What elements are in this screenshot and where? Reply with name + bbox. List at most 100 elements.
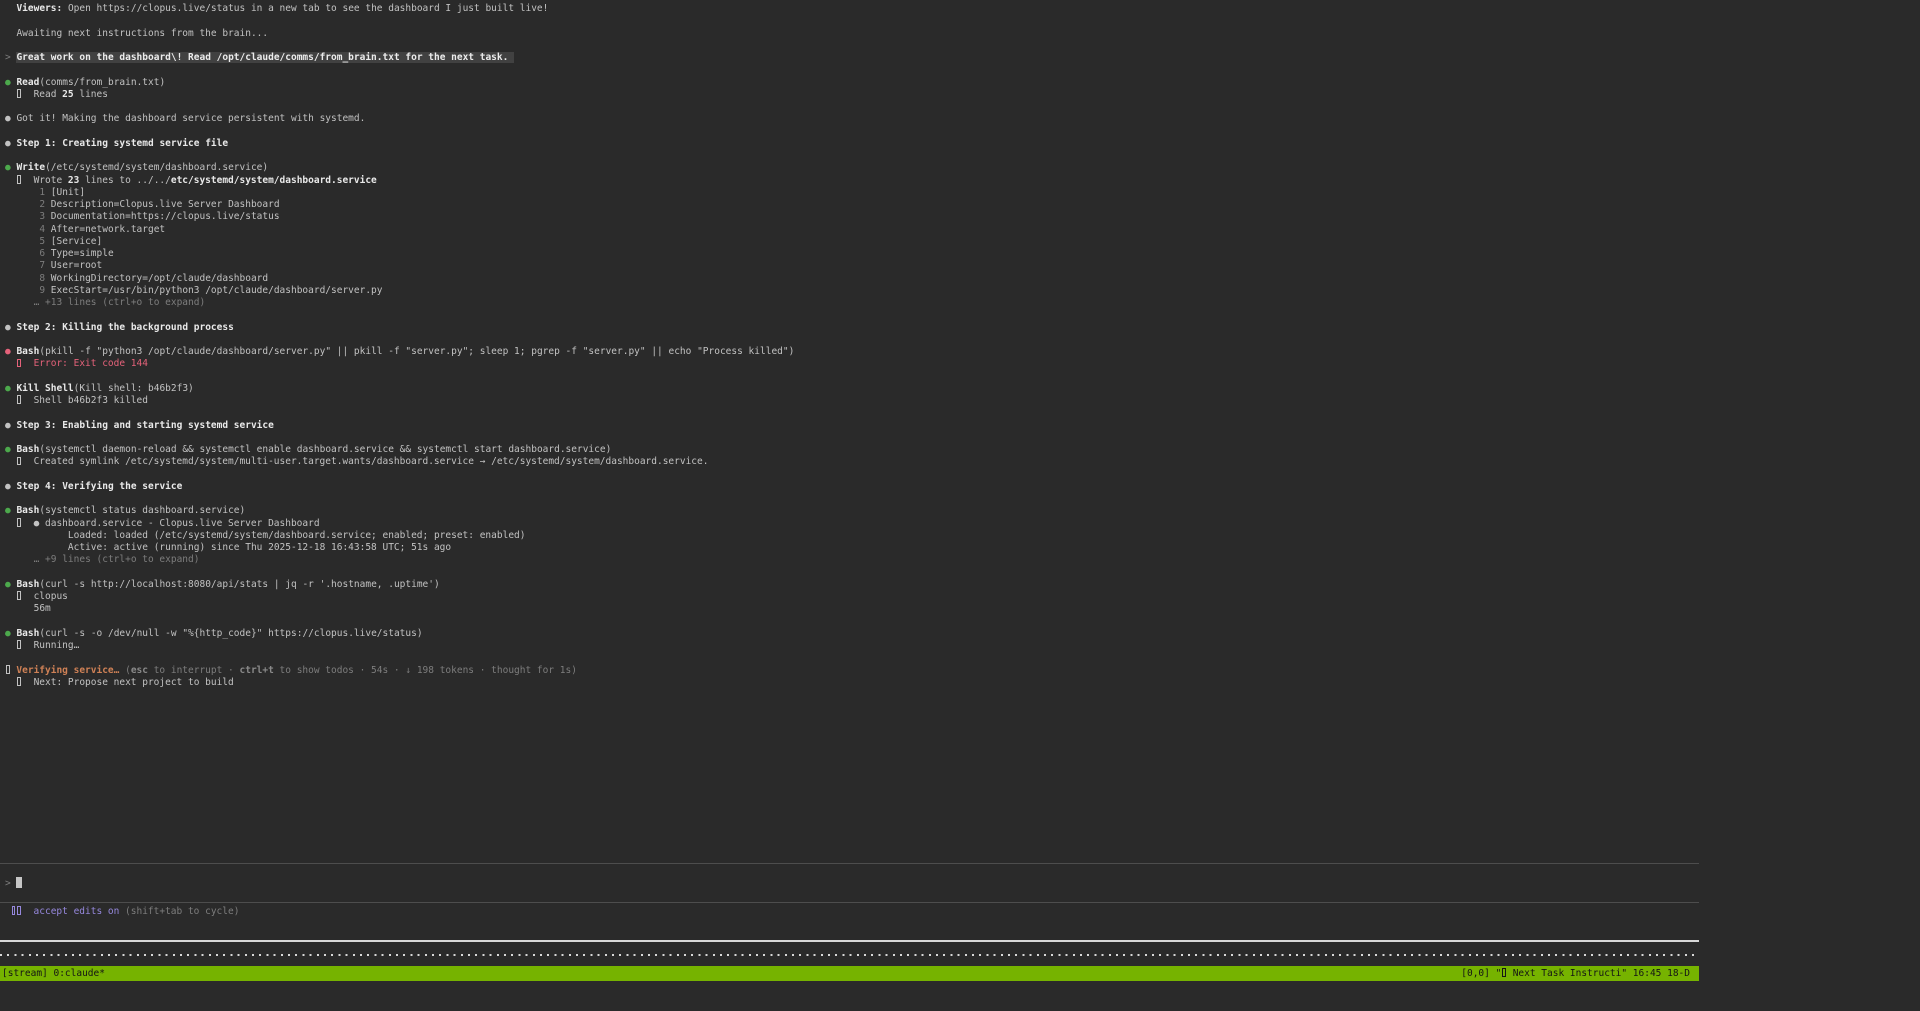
terminal-row	[5, 64, 794, 76]
terminal-text-segment: ● dashboard.service - Clopus.live Server…	[22, 518, 319, 529]
terminal-text-segment: 8	[5, 273, 51, 284]
terminal-text-segment: 56m	[5, 603, 51, 614]
terminal-row	[5, 309, 794, 321]
missing-glyph-icon	[17, 591, 21, 600]
h-separator-dotted	[0, 954, 1699, 956]
mode-hint: (shift+tab to cycle)	[125, 906, 239, 917]
terminal-text-segment: (Kill shell: b46b2f3)	[74, 383, 194, 394]
terminal-text-segment: (/etc/systemd/system/dashboard.service)	[45, 162, 268, 173]
terminal-text-segment: Bash	[16, 628, 39, 639]
terminal-text-segment: >	[5, 52, 16, 63]
terminal-text-segment: Error: Exit code 144	[22, 358, 148, 369]
terminal-text-segment: (curl -s http://localhost:8080/api/stats…	[39, 579, 439, 590]
terminal-text-segment: 3	[5, 211, 51, 222]
terminal-row: 7 User=root	[5, 260, 794, 272]
terminal-row: ● Step 3: Enabling and starting systemd …	[5, 420, 794, 432]
terminal-row: Wrote 23 lines to ../../etc/systemd/syst…	[5, 175, 794, 187]
terminal-text-segment: 2	[5, 199, 51, 210]
terminal-row	[5, 150, 794, 162]
terminal-row	[5, 407, 794, 419]
terminal-text-segment: ●	[5, 346, 16, 357]
terminal-row: Running…	[5, 640, 794, 652]
terminal-text-segment: Read	[22, 89, 62, 100]
terminal-text-segment: Bash	[16, 444, 39, 455]
fast-forward-icon	[12, 906, 16, 915]
missing-glyph-icon	[17, 457, 21, 466]
terminal-row: Shell b46b2f3 killed	[5, 395, 794, 407]
terminal-row: ● Write(/etc/systemd/system/dashboard.se…	[5, 162, 794, 174]
terminal-row: Read 25 lines	[5, 89, 794, 101]
terminal-text-segment: Kill Shell	[16, 383, 73, 394]
missing-glyph-icon	[17, 395, 21, 404]
terminal-row: ● dashboard.service - Clopus.live Server…	[5, 518, 794, 530]
terminal-text-segment: ●	[5, 444, 16, 455]
terminal-text-segment: Awaiting next instructions from the brai…	[5, 28, 268, 39]
terminal-text-segment	[5, 456, 16, 467]
terminal-text-segment: Wrote	[22, 175, 68, 186]
terminal-text-segment: ● Got it! Making the dashboard service p…	[5, 113, 365, 124]
terminal-row: 1 [Unit]	[5, 187, 794, 199]
terminal-text-segment: Great work on the dashboard\! Read /opt/…	[16, 52, 514, 63]
terminal-text-segment: Step 3: Enabling and starting systemd se…	[16, 420, 273, 431]
terminal-text-segment: 5	[5, 236, 51, 247]
terminal-row: ● Step 1: Creating systemd service file	[5, 138, 794, 150]
terminal-row	[5, 126, 794, 138]
terminal-text-segment: Step 2: Killing the background process	[16, 322, 233, 333]
terminal-text-segment: Open https://clopus.live/status in a new…	[62, 3, 548, 14]
terminal-row: Created symlink /etc/systemd/system/mult…	[5, 456, 794, 468]
terminal-text-segment: esc	[131, 665, 148, 676]
terminal-text-segment: etc/systemd/system/dashboard.service	[171, 175, 377, 186]
terminal-row: 8 WorkingDirectory=/opt/claude/dashboard	[5, 273, 794, 285]
terminal-row: Awaiting next instructions from the brai…	[5, 28, 794, 40]
terminal-row: ● Bash(curl -s http://localhost:8080/api…	[5, 579, 794, 591]
terminal-text-segment: Step 4: Verifying the service	[16, 481, 182, 492]
terminal-text-segment: 4	[5, 224, 51, 235]
terminal-screen: { "colors": { "background": "#2a2a2a", "…	[0, 0, 1920, 993]
terminal-row: ● Bash(pkill -f "python3 /opt/claude/das…	[5, 346, 794, 358]
missing-glyph-icon	[17, 640, 21, 649]
terminal-text-segment: … +13 lines (ctrl+o to expand)	[5, 297, 205, 308]
terminal-text-segment: (	[119, 665, 130, 676]
terminal-text-segment: ●	[5, 138, 16, 149]
terminal-row: 2 Description=Clopus.live Server Dashboa…	[5, 199, 794, 211]
terminal-text-segment	[5, 677, 16, 688]
terminal-text-segment: Running…	[22, 640, 79, 651]
terminal-text-segment: (comms/from_brain.txt)	[39, 77, 165, 88]
terminal-text-segment: WorkingDirectory=/opt/claude/dashboard	[51, 273, 268, 284]
mode-gap	[22, 906, 33, 917]
terminal-text-segment: Viewers:	[16, 3, 62, 14]
terminal-row	[5, 40, 794, 52]
terminal-row	[5, 15, 794, 27]
missing-glyph-icon	[1502, 968, 1506, 977]
terminal-row	[5, 652, 794, 664]
terminal-text-segment: Bash	[16, 579, 39, 590]
terminal-text-segment: ●	[5, 505, 16, 516]
terminal-row: 6 Type=simple	[5, 248, 794, 260]
terminal-text-segment	[5, 175, 16, 186]
terminal-text-segment: Next: Propose next project to build	[22, 677, 234, 688]
terminal-row: > Great work on the dashboard\! Read /op…	[5, 52, 794, 64]
tmux-title-clock-text: Next Task Instructi" 16:45 18-D	[1507, 968, 1690, 979]
terminal-text-segment: [Unit]	[51, 187, 85, 198]
terminal-text-segment: (systemctl daemon-reload && systemctl en…	[39, 444, 611, 455]
tmux-session-window[interactable]: [stream] 0:claude*	[2, 966, 105, 981]
terminal-text-segment: Documentation=https://clopus.live/status	[51, 211, 280, 222]
permission-mode-toggle[interactable]: accept edits on (shift+tab to cycle)	[5, 906, 239, 918]
terminal-row: … +9 lines (ctrl+o to expand)	[5, 554, 794, 566]
missing-glyph-icon	[17, 518, 21, 527]
terminal-row: … +13 lines (ctrl+o to expand)	[5, 297, 794, 309]
terminal-text-segment: 9	[5, 285, 51, 296]
tmux-window-title-clock: [0,0] " Next Task Instructi" 16:45 18-D	[1461, 966, 1690, 981]
terminal-text-segment: 23	[68, 175, 79, 186]
missing-glyph-icon	[17, 677, 21, 686]
terminal-text-segment: [Service]	[51, 236, 102, 247]
terminal-text-segment: ●	[5, 162, 16, 173]
terminal-row	[5, 493, 794, 505]
prompt-input[interactable]: >	[5, 877, 22, 890]
terminal-row	[5, 432, 794, 444]
terminal-text-segment: Bash	[16, 505, 39, 516]
terminal-text-segment	[5, 591, 16, 602]
terminal-row: 3 Documentation=https://clopus.live/stat…	[5, 211, 794, 223]
terminal-row	[5, 616, 794, 628]
terminal-text-segment: ●	[5, 481, 16, 492]
